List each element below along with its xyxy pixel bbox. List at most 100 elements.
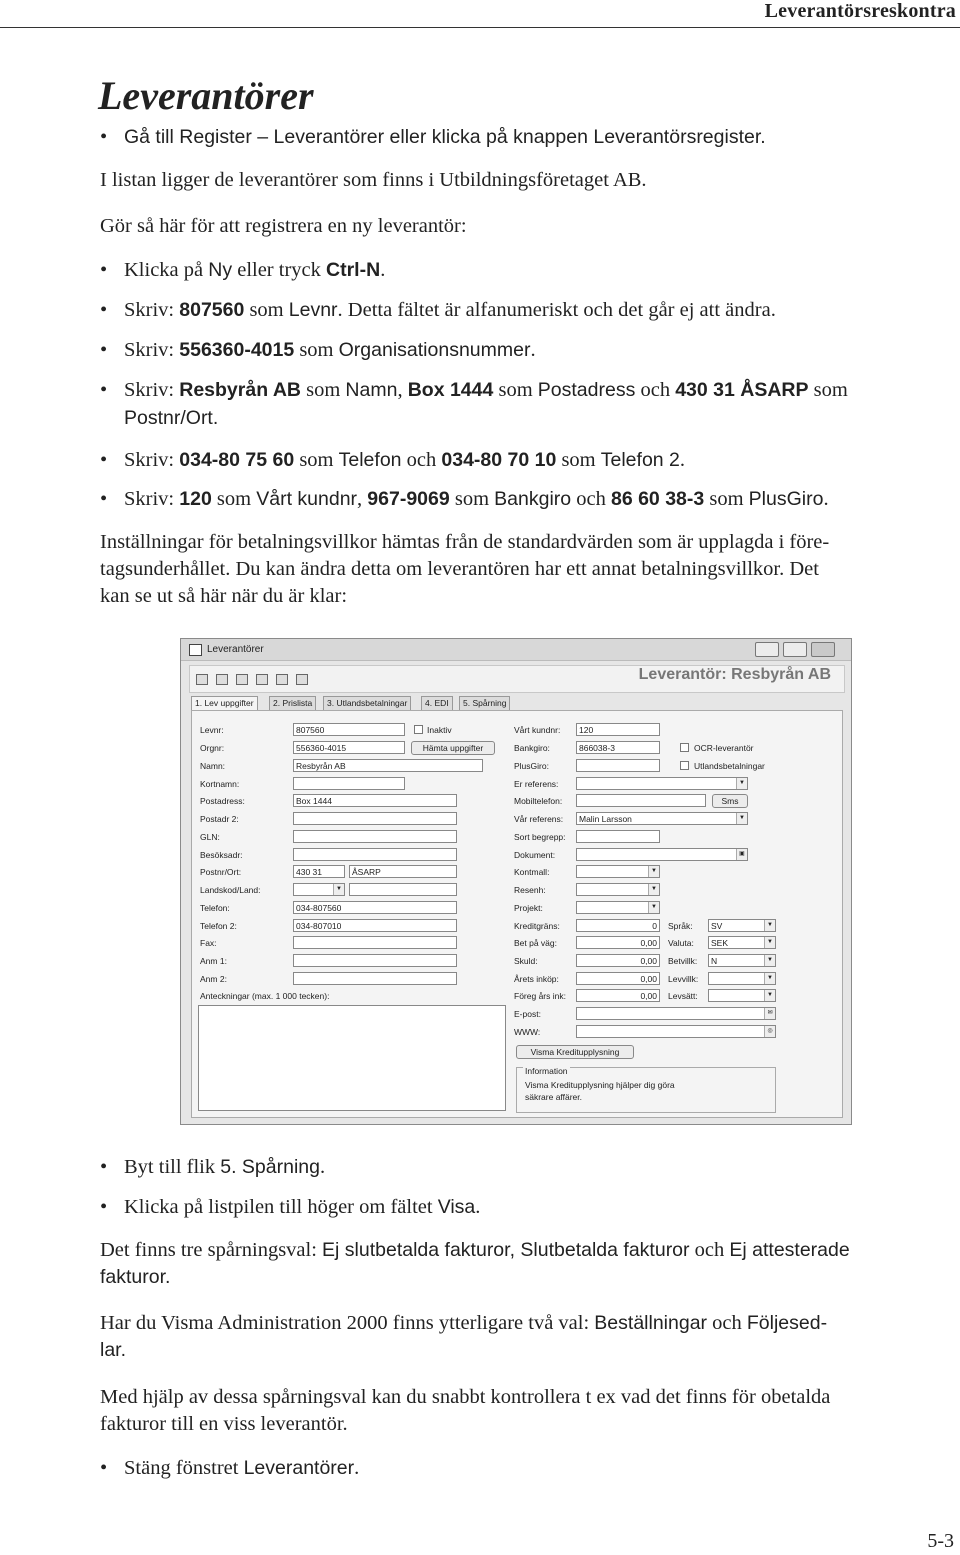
sprak-dropdown[interactable]: SV ▼ (708, 919, 776, 932)
information-line1: Visma Kreditupplysning hjälper dig göra (525, 1080, 675, 1090)
postadr2-field[interactable] (293, 812, 457, 825)
levvillk-dropdown[interactable]: ▼ (708, 972, 776, 985)
window-title: Leverantörer (207, 644, 264, 655)
label-foreg-ars-ink: Föreg års ink: (514, 991, 566, 1001)
anm2-field[interactable] (293, 972, 457, 985)
skuld-field: 0,00 (576, 954, 660, 967)
label-epost: E-post: (514, 1009, 541, 1019)
page-number: 5-3 (927, 1530, 954, 1552)
label-anm1: Anm 1: (200, 956, 227, 966)
label-kreditgrans: Kreditgräns: (514, 921, 560, 931)
tab-edi[interactable]: 4. EDI (421, 696, 453, 710)
label-valuta: Valuta: (668, 938, 694, 948)
admin2000-l2: lar. (100, 1339, 127, 1361)
anteckningar-textarea[interactable] (198, 1005, 506, 1111)
chevron-down-icon: ▼ (333, 884, 344, 895)
var-referens-dropdown[interactable]: Malin Larsson ▼ (576, 812, 748, 825)
telefon2-field[interactable]: 034-807010 (293, 919, 457, 932)
chevron-down-icon: ▼ (764, 937, 775, 948)
arets-inkop-field: 0,00 (576, 972, 660, 985)
label-besoksadr: Besöksadr: (200, 850, 243, 860)
mobiltelefon-field[interactable] (576, 794, 706, 807)
label-mobiltelefon: Mobiltelefon: (514, 796, 563, 806)
postadress-field[interactable]: Box 1444 (293, 794, 457, 807)
projekt-dropdown[interactable]: ▼ (576, 901, 660, 914)
minimize-button[interactable] (755, 642, 779, 657)
supplier-big-title: Leverantör: Resbyrån AB (638, 666, 831, 683)
telefon-field[interactable]: 034-807560 (293, 901, 457, 914)
chevron-down-icon: ▼ (736, 778, 747, 789)
vart-kundnr-field[interactable]: 120 (576, 723, 660, 736)
levnr-field[interactable]: 807560 (293, 723, 405, 736)
ort-field[interactable]: ÅSARP (349, 865, 457, 878)
anm1-field[interactable] (293, 954, 457, 967)
inaktiv-label: Inaktiv (427, 725, 452, 735)
label-skuld: Skuld: (514, 956, 538, 966)
label-kontmall: Kontmall: (514, 867, 550, 877)
tracking-options-l2: fakturor. (100, 1266, 171, 1288)
bankgiro-field[interactable]: 866038-3 (576, 741, 660, 754)
maximize-button[interactable] (783, 642, 807, 657)
gln-field[interactable] (293, 830, 457, 843)
er-referens-dropdown[interactable]: ▼ (576, 777, 748, 790)
label-vart-kundnr: Vårt kundnr: (514, 725, 561, 735)
resenh-dropdown[interactable]: ▼ (576, 883, 660, 896)
tab-utlandsbetalningar[interactable]: 3. Utlandsbetalningar (323, 696, 412, 710)
leverantorer-window-screenshot: Leverantörer Leverantör: Resbyrån AB 1. … (180, 638, 852, 1125)
bet-pa-vag-field: 0,00 (576, 936, 660, 949)
sort-begrepp-field[interactable] (576, 830, 660, 843)
chevron-down-icon: ▼ (648, 866, 659, 877)
settings-paragraph-l3: kan se ut så här när du är klar: (100, 585, 348, 607)
label-dokument: Dokument: (514, 850, 556, 860)
label-www: WWW: (514, 1027, 541, 1037)
folder-icon[interactable] (256, 674, 268, 685)
kortnamn-field[interactable] (293, 777, 405, 790)
land-field[interactable] (349, 883, 457, 896)
epost-field[interactable]: ✉ (576, 1007, 776, 1020)
label-landskod: Landskod/Land: (200, 885, 261, 895)
tab-sparning[interactable]: 5. Spårning (459, 696, 511, 710)
orgnr-field[interactable]: 556360-4015 (293, 741, 405, 754)
tab-prislista[interactable]: 2. Prislista (269, 696, 317, 710)
plusgiro-field[interactable] (576, 759, 660, 772)
fax-field[interactable] (293, 936, 457, 949)
www-field[interactable]: ◎ (576, 1025, 776, 1038)
globe-icon[interactable]: ◎ (764, 1026, 775, 1037)
tab-lev-uppgifter[interactable]: 1. Lev uppgifter (191, 696, 258, 710)
chevron-down-icon: ▼ (736, 813, 747, 824)
postnr-field[interactable]: 430 31 (293, 865, 345, 878)
chevron-down-icon: ▼ (764, 973, 775, 984)
mail-icon[interactable]: ✉ (764, 1008, 775, 1019)
inaktiv-checkbox[interactable] (414, 725, 423, 734)
close-button[interactable] (811, 642, 835, 657)
namn-field[interactable]: Resbyrån AB (293, 759, 483, 772)
ocr-checkbox[interactable] (680, 743, 689, 752)
besoksadr-field[interactable] (293, 848, 457, 861)
label-sort-begrepp: Sort begrepp: (514, 832, 566, 842)
visma-kreditupplysning-button[interactable]: Visma Kreditupplysning (516, 1045, 634, 1059)
sms-button[interactable]: Sms (712, 794, 748, 808)
envelope-icon[interactable] (196, 674, 208, 685)
chevron-down-icon: ▼ (764, 955, 775, 966)
print-icon[interactable] (236, 674, 248, 685)
kontmall-dropdown[interactable]: ▼ (576, 865, 660, 878)
mail-icon[interactable] (276, 674, 288, 685)
kreditgrans-field[interactable]: 0 (576, 919, 660, 932)
label-telefon: Telefon: (200, 903, 230, 913)
hamta-uppgifter-button[interactable]: Hämta uppgifter (411, 741, 495, 755)
utlandsbetalningar-label: Utlandsbetalningar (694, 761, 765, 771)
valuta-dropdown[interactable]: SEK ▼ (708, 936, 776, 949)
intro-text: I listan ligger de leverantörer som finn… (100, 169, 647, 191)
label-levsatt: Levsätt: (668, 991, 698, 1001)
landskod-dropdown[interactable]: ▼ (293, 883, 345, 896)
utlandsbetalningar-checkbox[interactable] (680, 761, 689, 770)
levsatt-dropdown[interactable]: ▼ (708, 989, 776, 1002)
label-kortnamn: Kortnamn: (200, 779, 240, 789)
filter-icon[interactable] (216, 674, 228, 685)
betvillk-dropdown[interactable]: N ▼ (708, 954, 776, 967)
dokument-field[interactable]: ▣ (576, 848, 748, 861)
delete-icon[interactable] (296, 674, 308, 685)
folder-icon[interactable]: ▣ (736, 849, 747, 860)
form-panel: Levnr: Orgnr: Namn: Kortnamn: Postadress… (191, 710, 843, 1118)
label-fax: Fax: (200, 938, 217, 948)
